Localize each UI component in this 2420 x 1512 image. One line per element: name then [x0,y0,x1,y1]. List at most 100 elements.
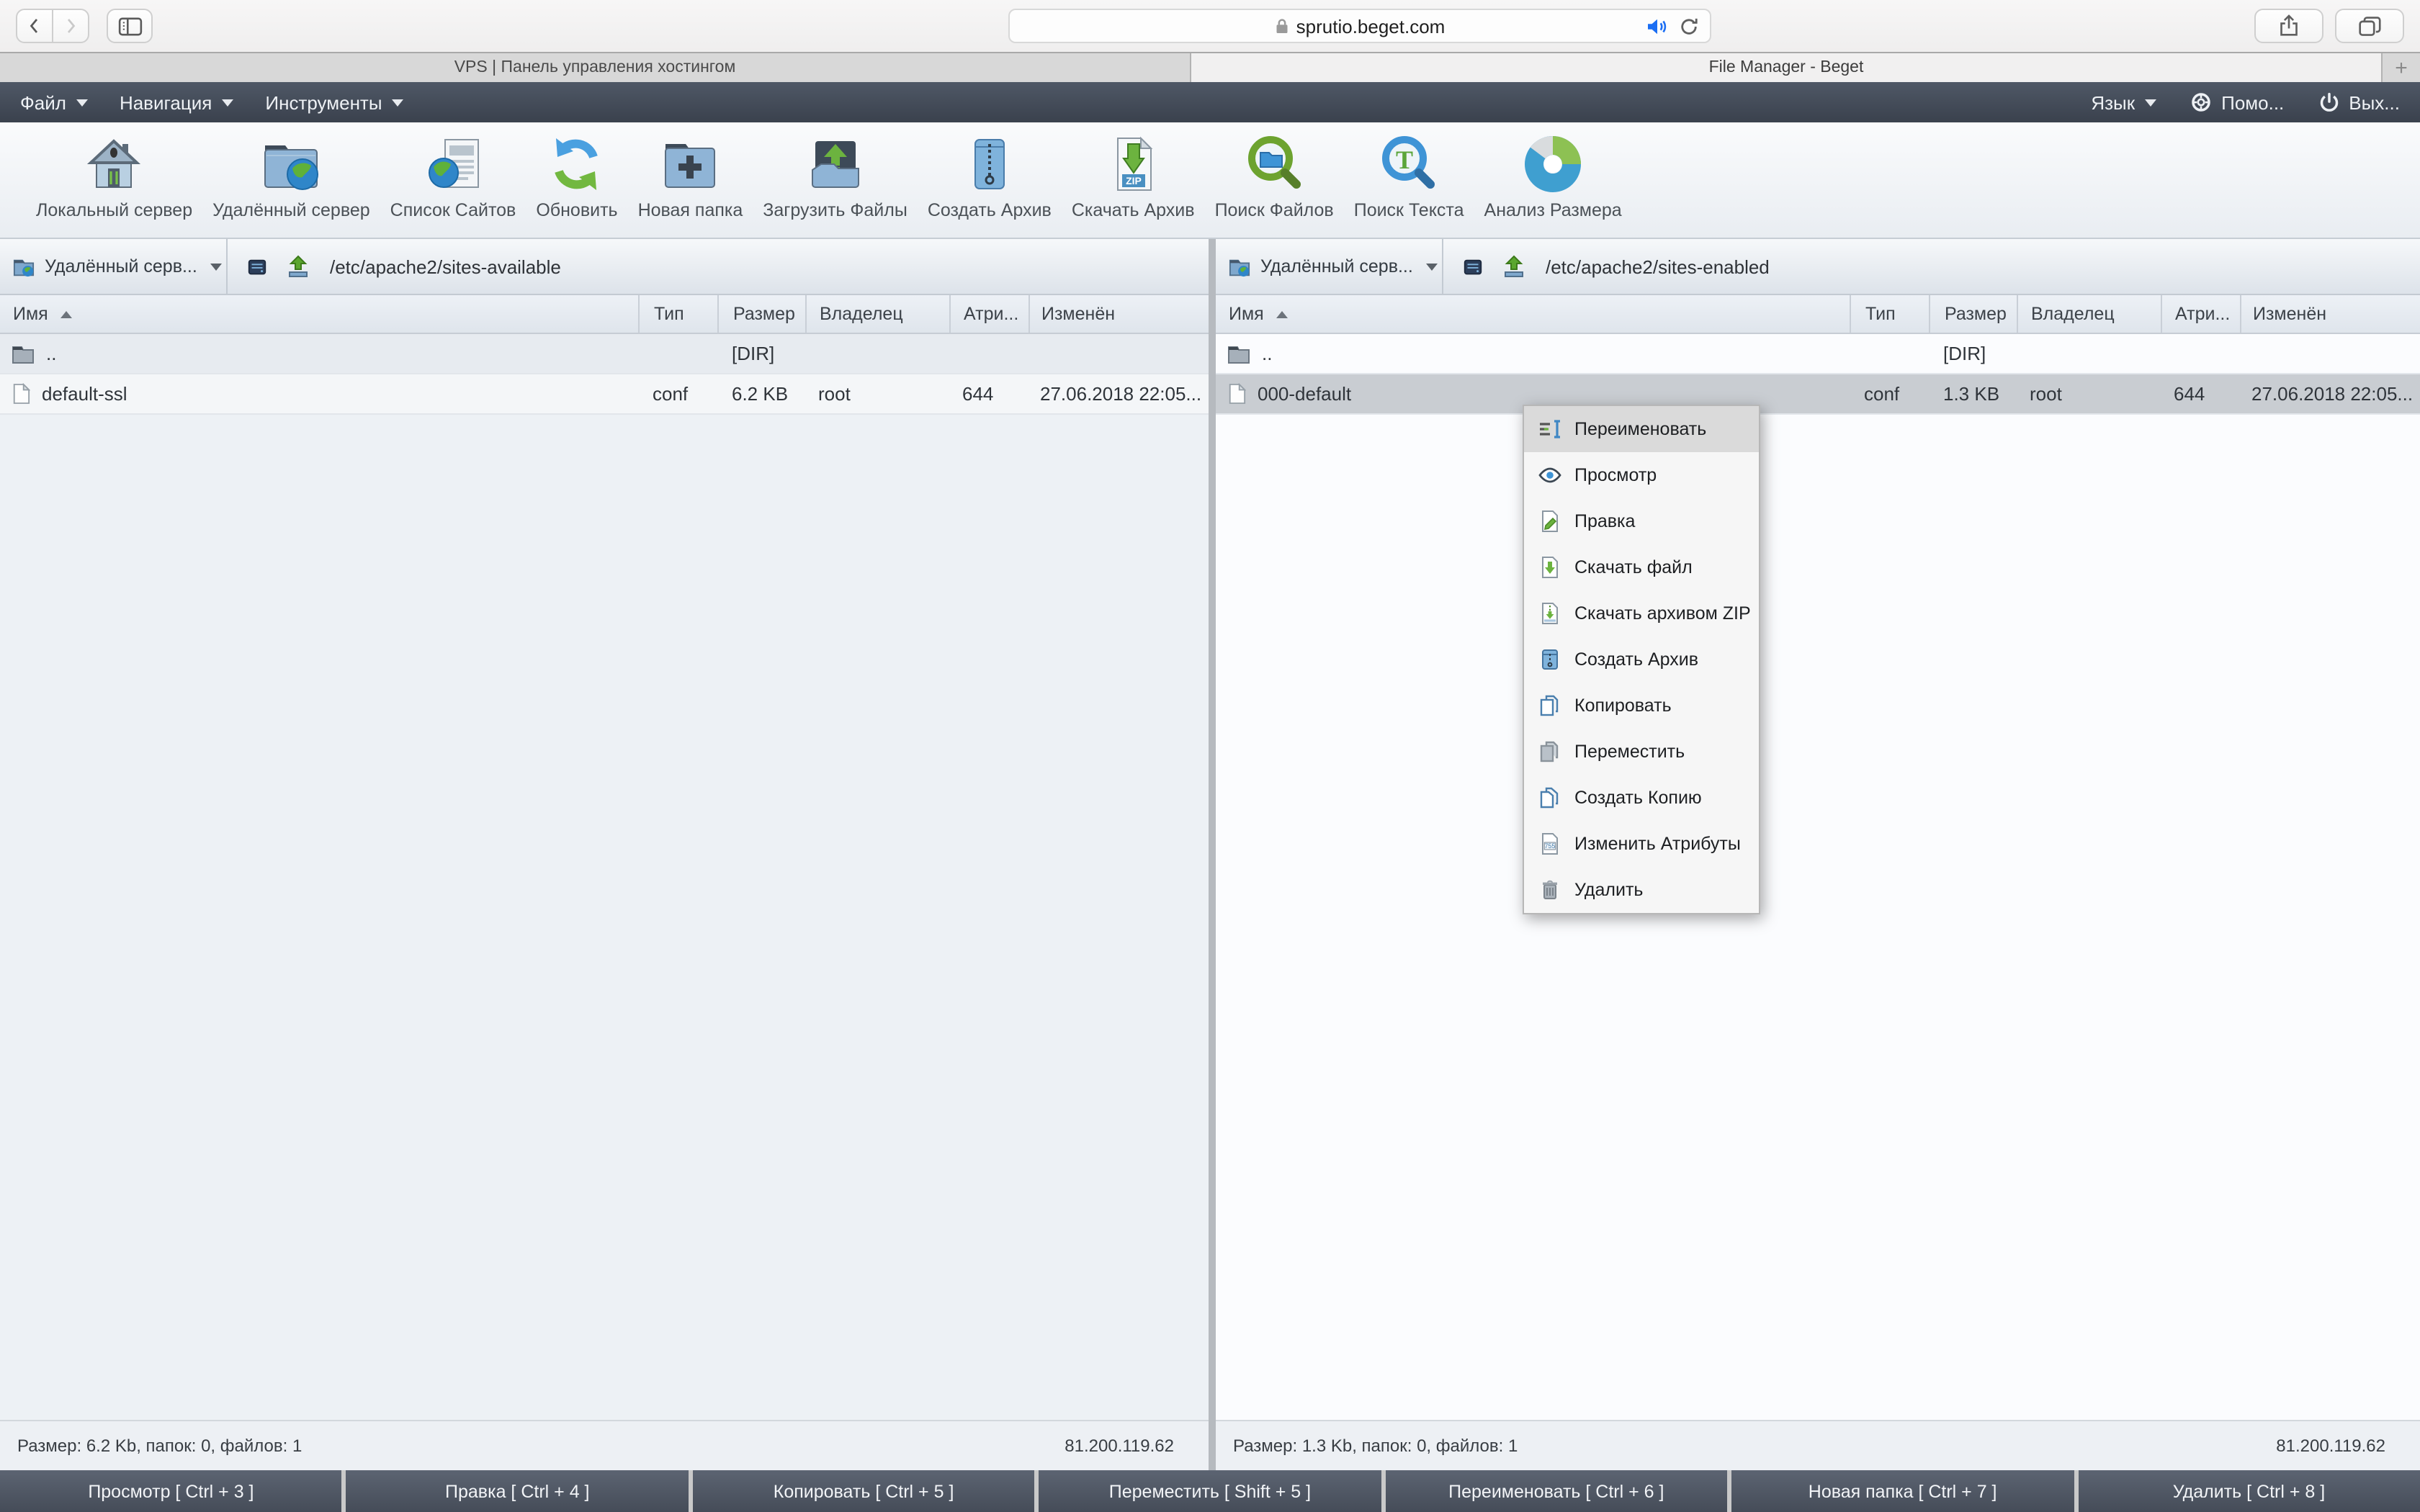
fn-edit-button[interactable]: Правка [ Ctrl + 4 ] [346,1470,689,1512]
url-text: sprutio.beget.com [1296,15,1446,37]
context-download-zip[interactable]: Скачать архивом ZIP [1524,590,1759,636]
sort-asc-icon [1277,310,1289,318]
context-change-attributes[interactable]: 755 Изменить Атрибуты [1524,821,1759,867]
context-download-file[interactable]: Скачать файл [1524,544,1759,590]
column-header-attrs[interactable]: Атри... [2161,295,2240,333]
right-pathbar: Удалённый серв... /etc/apache2/sites-ena… [1216,239,2420,295]
column-header-name[interactable]: Имя [1216,295,1850,333]
tool-label: Удалённый сервер [212,200,370,220]
pane-divider[interactable] [1209,239,1216,1470]
menu-help[interactable]: Помо... [2191,91,2284,113]
column-header-size[interactable]: Размер [717,295,805,333]
menu-file[interactable]: Файл [20,91,88,113]
browser-chrome: sprutio.beget.com [0,0,2420,53]
disk-icon[interactable] [245,256,269,277]
local-server-icon [83,132,146,196]
fn-move-button[interactable]: Переместить [ Shift + 5 ] [1039,1470,1381,1512]
tab-file-manager[interactable]: File Manager - Beget [1191,53,2381,82]
power-icon [2318,92,2339,112]
file-icon [12,383,30,405]
fn-new-folder-button[interactable]: Новая папка [ Ctrl + 7 ] [1731,1470,2074,1512]
menu-exit[interactable]: Вых... [2318,91,2400,113]
sidebar-toggle-button[interactable] [107,9,153,43]
right-file-list: .. [DIR] 000-default conf 1.3 KB root 64… [1216,334,2420,1420]
share-button[interactable] [2254,9,2323,43]
browser-nav-buttons [16,9,89,43]
toolbar-local-server[interactable]: Локальный сервер [36,122,192,220]
edit-icon [1538,510,1561,533]
disk-icon[interactable] [1461,256,1485,277]
menu-language[interactable]: Язык [2091,91,2156,113]
column-header-type[interactable]: Тип [638,295,717,333]
column-header-name[interactable]: Имя [0,295,638,333]
reload-icon[interactable] [1680,17,1698,35]
parent-dir-row[interactable]: .. [DIR] [1216,334,2420,374]
sidebar-icon [117,17,142,35]
right-server-select[interactable]: Удалённый серв... [1216,239,1443,294]
new-tab-button[interactable]: + [2381,53,2420,82]
remote-folder-icon [1229,256,1250,277]
file-row-selected[interactable]: 000-default conf 1.3 KB root 644 27.06.2… [1216,374,2420,415]
toolbar-remote-server[interactable]: Удалённый сервер [212,122,370,220]
context-duplicate[interactable]: Создать Копию [1524,775,1759,821]
svg-text:ZIP: ZIP [1125,175,1141,186]
tab-vps[interactable]: VPS | Панель управления хостингом [0,53,1191,82]
audio-icon[interactable] [1646,17,1668,35]
column-header-modified[interactable]: Изменён [2240,295,2420,333]
context-rename[interactable]: Переименовать [1524,406,1759,452]
context-delete[interactable]: Удалить [1524,867,1759,913]
fn-view-button[interactable]: Просмотр [ Ctrl + 3 ] [0,1470,342,1512]
size-analysis-icon [1521,132,1585,196]
address-bar[interactable]: sprutio.beget.com [1008,9,1711,43]
archive-icon [1538,648,1561,671]
toolbar-refresh[interactable]: Обновить [536,122,617,220]
toolbar-site-list[interactable]: Список Сайтов [390,122,516,220]
tool-label: Новая папка [638,200,743,220]
svg-text:755: 755 [1545,842,1556,850]
context-view[interactable]: Просмотр [1524,452,1759,498]
back-button[interactable] [16,9,53,43]
fn-copy-button[interactable]: Копировать [ Ctrl + 5 ] [693,1470,1035,1512]
context-move[interactable]: Переместить [1524,729,1759,775]
left-server-select[interactable]: Удалённый серв... [0,239,228,294]
folder-icon [12,343,35,364]
fn-delete-button[interactable]: Удалить [ Ctrl + 8 ] [2078,1470,2420,1512]
right-path: /etc/apache2/sites-enabled [1546,256,1770,277]
toolbar-download-archive[interactable]: ZIP Скачать Архив [1072,122,1195,220]
move-icon [1538,740,1561,763]
column-header-owner[interactable]: Владелец [2017,295,2161,333]
menu-navigation[interactable]: Навигация [120,91,233,113]
menu-tools[interactable]: Инструменты [265,91,403,113]
forward-button[interactable] [52,9,89,43]
context-edit[interactable]: Правка [1524,498,1759,544]
file-row[interactable]: default-ssl conf 6.2 KB root 644 27.06.2… [0,374,1209,415]
right-server-ip: 81.200.119.62 [2276,1436,2385,1456]
go-up-icon[interactable] [1502,255,1525,278]
back-icon [26,16,43,36]
toolbar-search-text[interactable]: T Поиск Текста [1354,122,1464,220]
tab-title: File Manager - Beget [1709,59,1864,76]
fn-rename-button[interactable]: Переименовать [ Ctrl + 6 ] [1385,1470,1727,1512]
context-create-archive[interactable]: Создать Архив [1524,636,1759,683]
column-header-attrs[interactable]: Атри... [949,295,1028,333]
parent-dir-row[interactable]: .. [DIR] [0,334,1209,374]
app-menubar: Файл Навигация Инструменты Язык Помо... … [0,82,2420,122]
eye-icon [1538,464,1561,487]
column-header-modified[interactable]: Изменён [1028,295,1209,333]
lock-icon [1275,17,1289,35]
left-pane: Удалённый серв... /etc/apache2/sites-ava… [0,239,1209,1470]
toolbar-new-folder[interactable]: Новая папка [638,122,743,220]
column-header-size[interactable]: Размер [1929,295,2017,333]
toolbar-size-analysis[interactable]: Анализ Размера [1484,122,1622,220]
site-list-icon [421,132,485,196]
toolbar-search-files[interactable]: Поиск Файлов [1215,122,1334,220]
toolbar-create-archive[interactable]: Создать Архив [928,122,1052,220]
toolbar-upload-files[interactable]: Загрузить Файлы [763,122,908,220]
left-column-headers: Имя Тип Размер Владелец Атри... Изменён [0,295,1209,334]
refresh-icon [545,132,609,196]
go-up-icon[interactable] [287,255,310,278]
tab-overview-button[interactable] [2335,9,2404,43]
column-header-type[interactable]: Тип [1850,295,1929,333]
column-header-owner[interactable]: Владелец [805,295,949,333]
context-copy[interactable]: Копировать [1524,683,1759,729]
